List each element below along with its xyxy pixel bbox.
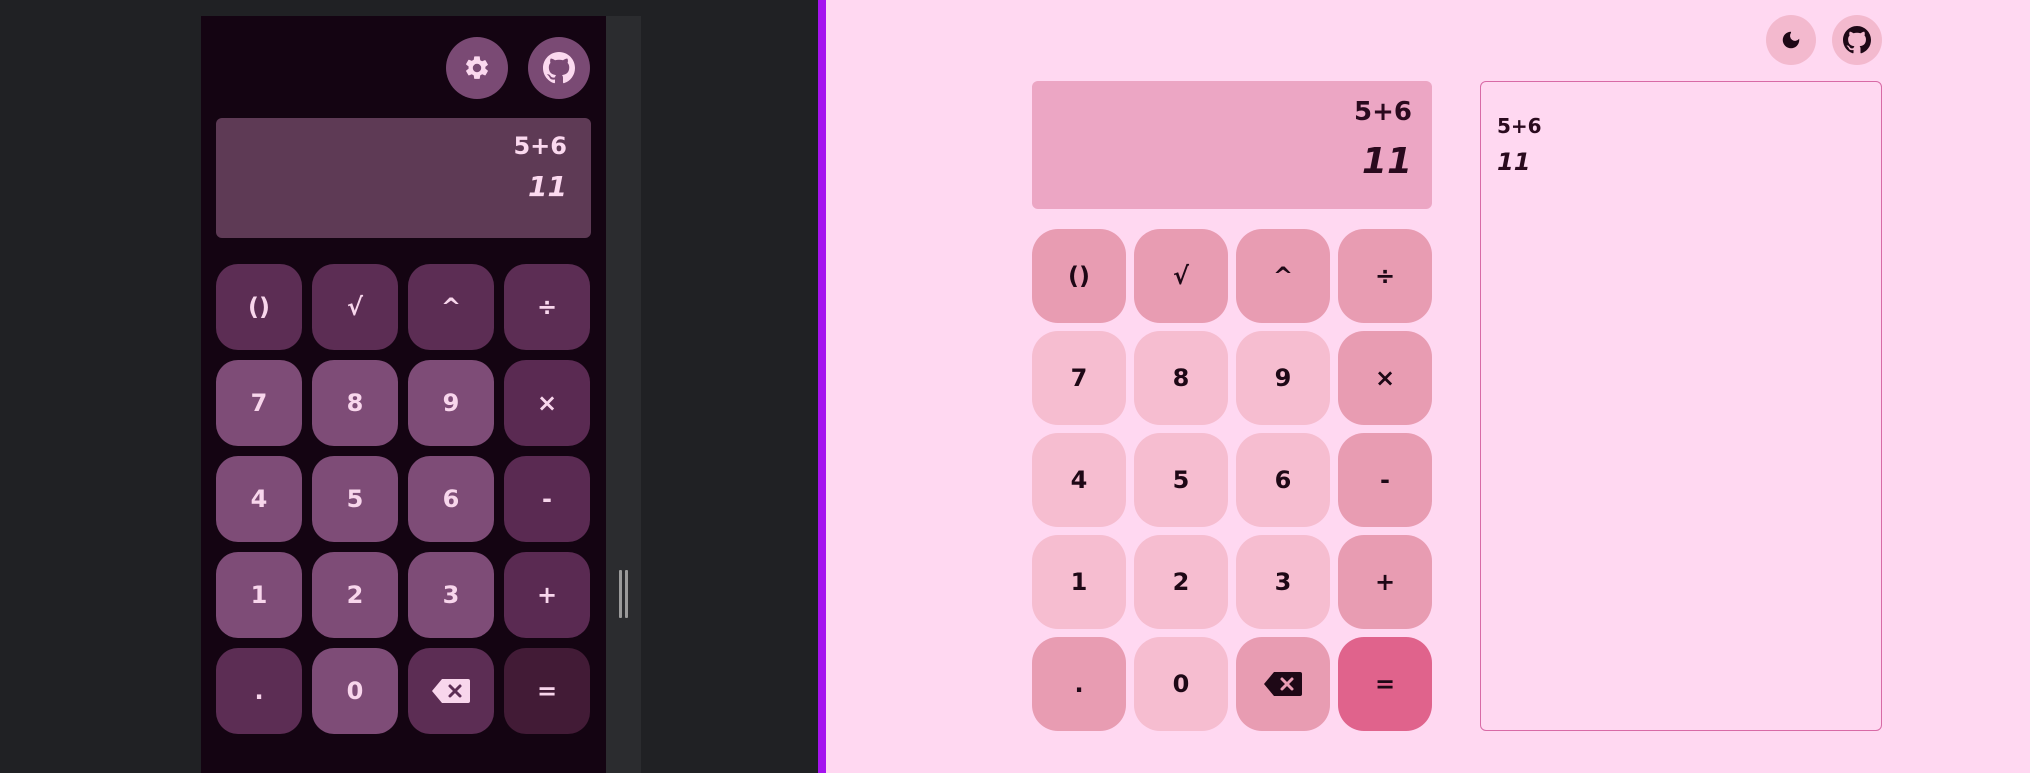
digit-9-key[interactable]: 9 [408, 360, 494, 446]
history-panel: 5+6 11 [1480, 81, 1882, 731]
plus-key[interactable]: + [504, 552, 590, 638]
digit-8-key[interactable]: 8 [1134, 331, 1228, 425]
parentheses-key[interactable]: () [1032, 229, 1126, 323]
moon-icon [1780, 29, 1802, 51]
history-result[interactable]: 11 [1497, 148, 1530, 176]
backspace-key[interactable] [1236, 637, 1330, 731]
theme-toggle-button[interactable] [1766, 15, 1816, 65]
backspace-key[interactable] [408, 648, 494, 734]
expression-text: 5+6 [513, 132, 567, 160]
keypad: () √ ^ ÷ 7 8 9 × 4 5 6 - 1 2 3 + . 0 = [216, 264, 590, 734]
resize-drag-handle[interactable] [619, 570, 628, 618]
sqrt-key[interactable]: √ [1134, 229, 1228, 323]
digit-1-key[interactable]: 1 [216, 552, 302, 638]
expression-text: 5+6 [1354, 97, 1412, 127]
sqrt-key[interactable]: √ [312, 264, 398, 350]
digit-2-key[interactable]: 2 [1134, 535, 1228, 629]
digit-4-key[interactable]: 4 [216, 456, 302, 542]
decimal-key[interactable]: . [216, 648, 302, 734]
resize-track [606, 16, 641, 773]
digit-3-key[interactable]: 3 [408, 552, 494, 638]
equals-key[interactable]: = [504, 648, 590, 734]
decimal-key[interactable]: . [1032, 637, 1126, 731]
digit-8-key[interactable]: 8 [312, 360, 398, 446]
result-text: 11 [528, 170, 567, 203]
minus-key[interactable]: - [504, 456, 590, 542]
digit-7-key[interactable]: 7 [216, 360, 302, 446]
github-button[interactable] [1832, 15, 1882, 65]
light-preview-pane: 5+6 11 () √ ^ ÷ 7 8 9 × 4 5 6 - 1 2 3 + … [826, 0, 2030, 773]
digit-4-key[interactable]: 4 [1032, 433, 1126, 527]
digit-5-key[interactable]: 5 [1134, 433, 1228, 527]
keypad: () √ ^ ÷ 7 8 9 × 4 5 6 - 1 2 3 + . 0 = [1032, 229, 1432, 731]
digit-5-key[interactable]: 5 [312, 456, 398, 542]
divide-key[interactable]: ÷ [1338, 229, 1432, 323]
digit-6-key[interactable]: 6 [408, 456, 494, 542]
gear-icon [463, 54, 491, 82]
result-text: 11 [1361, 141, 1412, 182]
github-button[interactable] [528, 37, 590, 99]
dark-preview-pane: 5+6 11 () √ ^ ÷ 7 8 9 × 4 5 6 - 1 2 3 + … [0, 0, 818, 773]
calculator-display: 5+6 11 [216, 118, 591, 238]
plus-key[interactable]: + [1338, 535, 1432, 629]
parentheses-key[interactable]: () [216, 264, 302, 350]
minus-key[interactable]: - [1338, 433, 1432, 527]
equals-key[interactable]: = [1338, 637, 1432, 731]
digit-3-key[interactable]: 3 [1236, 535, 1330, 629]
digit-0-key[interactable]: 0 [1134, 637, 1228, 731]
backspace-icon [1264, 672, 1302, 696]
digit-1-key[interactable]: 1 [1032, 535, 1126, 629]
multiply-key[interactable]: × [1338, 331, 1432, 425]
power-key[interactable]: ^ [408, 264, 494, 350]
digit-9-key[interactable]: 9 [1236, 331, 1330, 425]
digit-0-key[interactable]: 0 [312, 648, 398, 734]
digit-6-key[interactable]: 6 [1236, 433, 1330, 527]
github-icon [1843, 26, 1871, 54]
divide-key[interactable]: ÷ [504, 264, 590, 350]
power-key[interactable]: ^ [1236, 229, 1330, 323]
digit-7-key[interactable]: 7 [1032, 331, 1126, 425]
digit-2-key[interactable]: 2 [312, 552, 398, 638]
pane-divider [818, 0, 826, 773]
calculator-display: 5+6 11 [1032, 81, 1432, 209]
backspace-icon [432, 679, 470, 703]
settings-button[interactable] [446, 37, 508, 99]
history-expression[interactable]: 5+6 [1497, 114, 1542, 138]
github-icon [543, 52, 575, 84]
multiply-key[interactable]: × [504, 360, 590, 446]
